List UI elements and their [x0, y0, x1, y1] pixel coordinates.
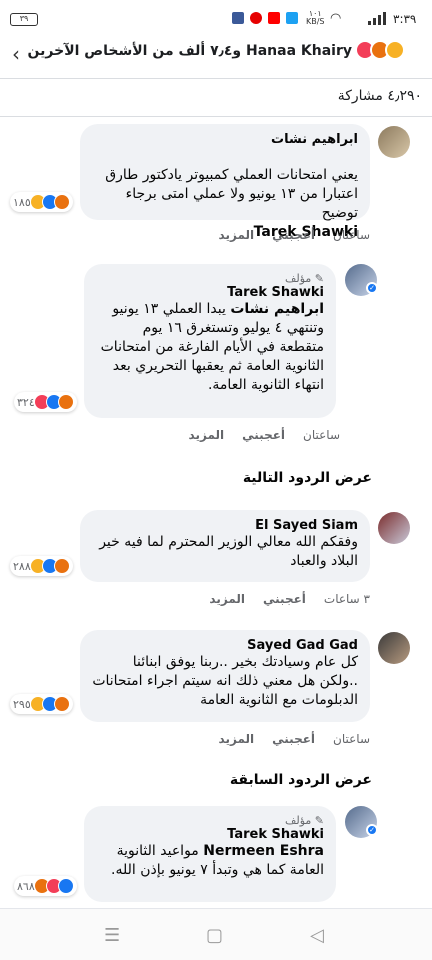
twitter-icon [286, 12, 298, 24]
back-arrow-icon[interactable]: ‹ [12, 42, 20, 66]
angry-reaction-icon [53, 194, 70, 210]
divider [0, 78, 432, 79]
facebook-icon [232, 12, 244, 24]
comment-author[interactable]: Sayed Gad Gad [92, 638, 358, 653]
comment-text: كل عام وسيادتك بخير ..ربنا يوفق ابنائنا … [92, 654, 358, 708]
reactors-summary[interactable]: Hanaa Khairy و٧٫٤ ألف من الأشخاص الآخرين [28, 43, 352, 59]
mention[interactable]: Nermeen Eshra [203, 843, 324, 859]
like-button[interactable]: أعجبني [242, 428, 285, 442]
verified-icon: ✓ [366, 282, 378, 294]
youtube-icon [268, 12, 280, 24]
comment-author[interactable]: Tarek Shawki [96, 827, 324, 842]
like-button[interactable]: أعجبني [263, 592, 306, 606]
like-button[interactable]: أعجبني [272, 228, 315, 242]
author-badge: ✎ مؤلف [284, 814, 324, 827]
author-badge: ✎ مؤلف [284, 272, 324, 285]
home-icon[interactable]: ▢ [206, 925, 223, 946]
system-nav-bar: ☰ ▢ ◁ [0, 908, 432, 960]
comment-actions: ساعتان أعجبني المزيد [189, 428, 340, 442]
reaction-icons [355, 40, 405, 60]
view-next-replies-link[interactable]: عرض الردود التالية [243, 470, 372, 486]
comment-actions: ٣ ساعات أعجبني المزيد [209, 592, 370, 606]
signal-icon [368, 12, 388, 25]
angry-reaction-icon [53, 558, 70, 574]
more-button[interactable]: المزيد [189, 428, 225, 442]
pen-icon: ✎ [314, 814, 324, 827]
network-speed: ١٠١ KB/S [306, 9, 325, 26]
comment-time[interactable]: ساعتان [303, 428, 340, 442]
comment-bubble[interactable]: ✎ مؤلف Tarek Shawki ابراهيم نشات يبدا ال… [84, 264, 336, 418]
comment-reactions[interactable]: ١٨٥ [10, 192, 73, 212]
clock: ٣:٣٩ [393, 12, 417, 26]
share-count[interactable]: ٤٫٢٩٠ مشاركة [338, 88, 422, 104]
pen-icon: ✎ [314, 272, 324, 285]
back-icon[interactable]: ◁ [310, 925, 324, 946]
more-button[interactable]: المزيد [219, 228, 255, 242]
comment-bubble[interactable]: ابراهيم نشات يعني امتحانات العملي كمبيوت… [80, 124, 370, 240]
divider [0, 116, 432, 117]
comment-reactions[interactable]: ٢٨٨ [10, 556, 73, 576]
comment-actions: ساعتان أعجبني المزيد [219, 732, 370, 746]
angry-reaction-icon [57, 394, 74, 410]
comment-author[interactable]: El Sayed Siam [92, 518, 358, 533]
comment-bubble[interactable]: Sayed Gad Gad كل عام وسيادتك بخير ..ربنا… [80, 630, 370, 722]
comment-time[interactable]: ساعتان [333, 732, 370, 746]
status-bar: ٣:٣٩ ◠ ١٠١ KB/S ٣٩ [0, 0, 432, 36]
comment-actions: ساعتان أعجبني المزيد [219, 228, 370, 242]
more-button[interactable]: المزيد [219, 732, 255, 746]
comment-time[interactable]: ٣ ساعات [324, 592, 370, 606]
angry-reaction-icon [53, 696, 70, 712]
reactions-header[interactable]: ‹ Hanaa Khairy و٧٫٤ ألف من الأشخاص الآخر… [0, 36, 432, 72]
comment-text: وفقكم الله معالي الوزير المحترم لما فيه … [99, 534, 358, 569]
comment-text: Nermeen Eshra مواعيد الثانوية العامة كما… [111, 843, 324, 878]
comment-reactions[interactable]: ٣٢٤ [14, 392, 77, 412]
comment-bubble[interactable]: El Sayed Siam وفقكم الله معالي الوزير ال… [80, 510, 370, 582]
more-button[interactable]: المزيد [209, 592, 245, 606]
comment-author[interactable]: ابراهيم نشات [92, 132, 358, 147]
comment-text: ابراهيم نشات يبدا العملي ١٣ يونيو وتنتهي… [100, 301, 324, 393]
mention[interactable]: ابراهيم نشات [230, 301, 324, 317]
comment-reactions[interactable]: ٢٩٥ [10, 694, 73, 714]
avatar[interactable] [378, 512, 410, 544]
sad-reaction-icon [385, 40, 405, 60]
like-button[interactable]: أعجبني [272, 732, 315, 746]
battery-icon: ٣٩ [10, 13, 38, 26]
comment-time[interactable]: ساعتان [333, 228, 370, 242]
notification-icons [232, 12, 298, 24]
avatar[interactable] [378, 126, 410, 158]
comment-bubble[interactable]: ✎ مؤلف Tarek Shawki Nermeen Eshra مواعيد… [84, 806, 336, 902]
view-previous-replies-link[interactable]: عرض الردود السابقة [230, 772, 372, 788]
comment-reactions[interactable]: ٨٦٨ [14, 876, 77, 896]
recents-icon[interactable]: ☰ [104, 925, 120, 946]
avatar[interactable] [378, 632, 410, 664]
like-reaction-icon [57, 878, 74, 894]
vodafone-icon [250, 12, 262, 24]
wifi-icon: ◠ [330, 11, 342, 26]
verified-icon: ✓ [366, 824, 378, 836]
comment-author[interactable]: Tarek Shawki [96, 285, 324, 300]
